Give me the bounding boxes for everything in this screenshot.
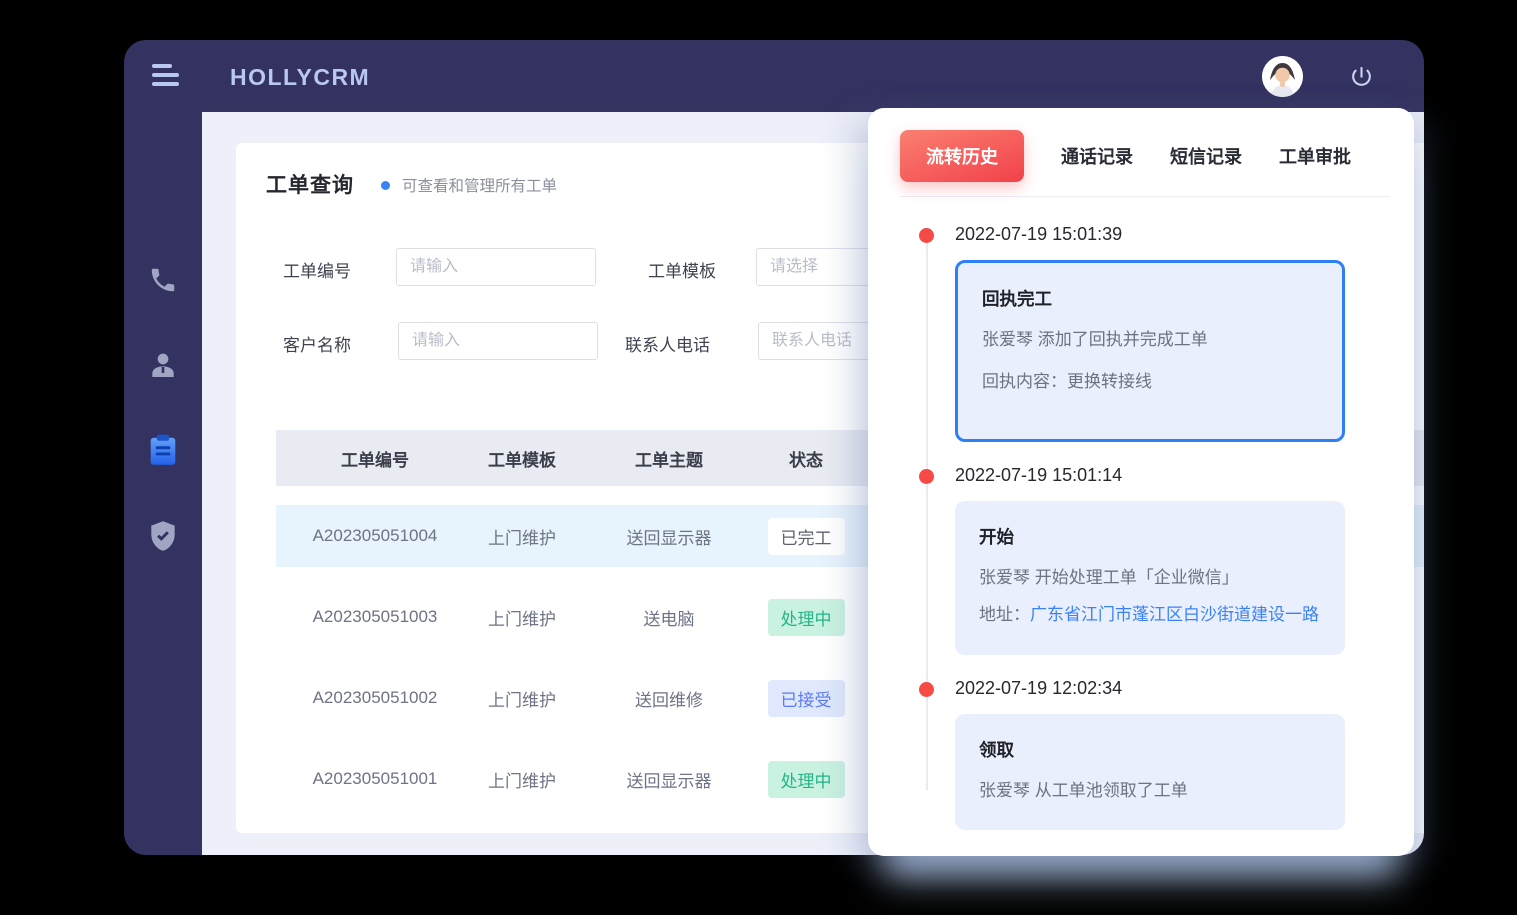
power-icon[interactable] bbox=[1349, 64, 1374, 89]
status-badge: 已完工 bbox=[768, 518, 845, 555]
cell-subject: 送回显示器 bbox=[627, 524, 712, 549]
tab-approval[interactable]: 工单审批 bbox=[1279, 143, 1351, 169]
cell-id: A202305051003 bbox=[313, 607, 438, 627]
timeline-timestamp: 2022-07-19 15:01:14 bbox=[955, 465, 1374, 486]
cell-id: A202305051004 bbox=[313, 526, 438, 546]
red-dot-icon bbox=[919, 682, 934, 697]
page-title: 工单查询 bbox=[266, 169, 354, 199]
blue-dot-icon bbox=[381, 181, 390, 190]
customer-label: 客户名称 bbox=[283, 331, 351, 356]
tabs-divider bbox=[900, 196, 1390, 197]
timeline-timestamp: 2022-07-19 12:02:34 bbox=[955, 678, 1374, 699]
user-avatar[interactable] bbox=[1262, 56, 1303, 97]
phone-icon[interactable] bbox=[124, 260, 202, 300]
page-subtitle: 可查看和管理所有工单 bbox=[402, 174, 557, 196]
status-badge: 处理中 bbox=[768, 599, 845, 636]
col-header-status: 状态 bbox=[789, 446, 823, 471]
red-dot-icon bbox=[919, 469, 934, 484]
avatar-image bbox=[1262, 56, 1303, 97]
timeline-address-row: 地址： 广东省江门市蓬江区白沙街道建设一路 bbox=[979, 601, 1321, 629]
cell-id: A202305051002 bbox=[313, 688, 438, 708]
template-label: 工单模板 bbox=[648, 257, 716, 282]
address-link[interactable]: 广东省江门市蓬江区白沙街道建设一路 bbox=[1030, 601, 1319, 629]
customer-input[interactable] bbox=[398, 322, 598, 360]
contact-icon[interactable] bbox=[124, 345, 202, 385]
cell-template: 上门维护 bbox=[488, 767, 556, 792]
cell-id: A202305051001 bbox=[313, 769, 438, 789]
red-dot-icon bbox=[919, 228, 934, 243]
col-header-subject: 工单主题 bbox=[635, 446, 703, 471]
timeline: 2022-07-19 15:01:39 回执完工 张爱琴 添加了回执并完成工单 … bbox=[913, 224, 1374, 830]
timeline-card-receipt-done[interactable]: 回执完工 张爱琴 添加了回执并完成工单 回执内容：更换转接线 bbox=[955, 260, 1345, 442]
page-title-row: 工单查询 可查看和管理所有工单 bbox=[266, 169, 557, 199]
app-header: HOLLYCRM bbox=[124, 40, 1424, 112]
order-no-input[interactable] bbox=[396, 248, 596, 286]
timeline-entry: 2022-07-19 15:01:39 回执完工 张爱琴 添加了回执并完成工单 … bbox=[913, 224, 1374, 442]
timeline-card-claim[interactable]: 领取 张爱琴 从工单池领取了工单 bbox=[955, 714, 1345, 830]
cell-subject: 送回维修 bbox=[635, 686, 703, 711]
tab-call-records[interactable]: 通话记录 bbox=[1061, 143, 1133, 169]
status-badge: 处理中 bbox=[768, 761, 845, 798]
timeline-entry: 2022-07-19 15:01:14 开始 张爱琴 开始处理工单「企业微信」 … bbox=[913, 465, 1374, 654]
history-panel: 流转历史 通话记录 短信记录 工单审批 2022-07-19 15:01:39 … bbox=[868, 108, 1414, 856]
phone-label: 联系人电话 bbox=[625, 331, 710, 356]
cell-template: 上门维护 bbox=[488, 524, 556, 549]
brand-logo: HOLLYCRM bbox=[230, 40, 370, 112]
shield-check-icon[interactable] bbox=[124, 516, 202, 556]
timeline-card-line: 张爱琴 添加了回执并完成工单 bbox=[982, 326, 1318, 353]
status-badge: 已接受 bbox=[768, 680, 845, 717]
tab-transfer-history[interactable]: 流转历史 bbox=[900, 130, 1024, 182]
address-label: 地址： bbox=[979, 601, 1030, 629]
col-header-id: 工单编号 bbox=[341, 446, 409, 471]
cell-subject: 送回显示器 bbox=[627, 767, 712, 792]
timeline-card-line: 张爱琴 从工单池领取了工单 bbox=[979, 777, 1321, 804]
menu-icon[interactable] bbox=[152, 64, 182, 88]
sidebar-nav bbox=[124, 112, 202, 855]
timeline-entry: 2022-07-19 12:02:34 领取 张爱琴 从工单池领取了工单 bbox=[913, 678, 1374, 830]
timeline-card-title: 领取 bbox=[979, 737, 1321, 762]
timeline-card-line: 张爱琴 开始处理工单「企业微信」 bbox=[979, 564, 1321, 591]
timeline-card-line: 回执内容：更换转接线 bbox=[982, 368, 1318, 395]
cell-template: 上门维护 bbox=[488, 605, 556, 630]
cell-template: 上门维护 bbox=[488, 686, 556, 711]
cell-subject: 送电脑 bbox=[644, 605, 695, 630]
col-header-template: 工单模板 bbox=[488, 446, 556, 471]
panel-tabs: 流转历史 通话记录 短信记录 工单审批 bbox=[868, 108, 1414, 182]
timeline-timestamp: 2022-07-19 15:01:39 bbox=[955, 224, 1374, 245]
workorder-clipboard-icon[interactable] bbox=[124, 430, 202, 470]
tab-sms-records[interactable]: 短信记录 bbox=[1170, 143, 1242, 169]
timeline-card-title: 开始 bbox=[979, 524, 1321, 549]
order-no-label: 工单编号 bbox=[283, 257, 351, 282]
timeline-card-title: 回执完工 bbox=[982, 286, 1318, 311]
timeline-card-start[interactable]: 开始 张爱琴 开始处理工单「企业微信」 地址： 广东省江门市蓬江区白沙街道建设一… bbox=[955, 501, 1345, 654]
